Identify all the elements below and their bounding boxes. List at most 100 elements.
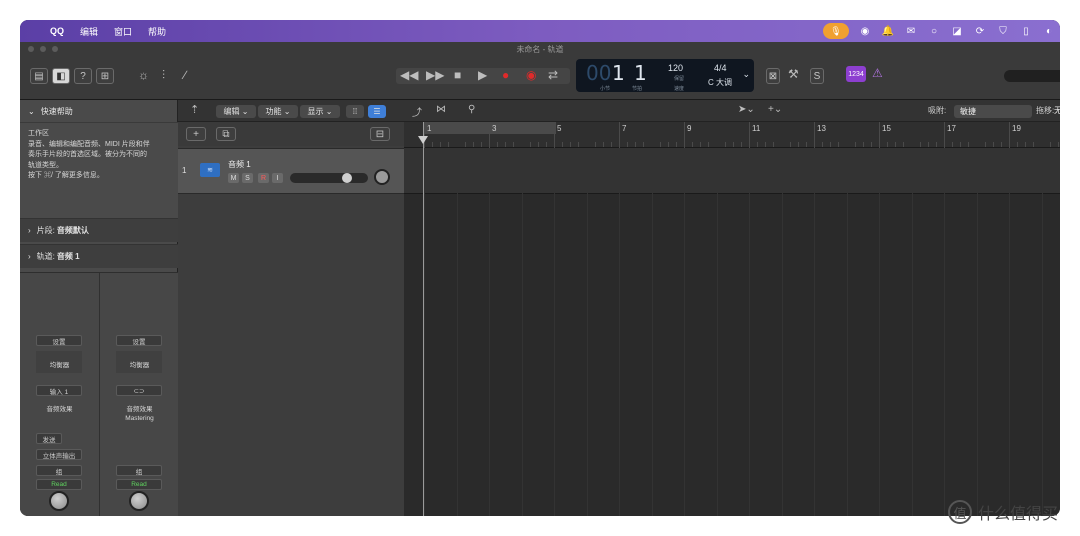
chevron-down-icon[interactable]: ⌄ — [742, 69, 750, 80]
playhead-handle[interactable] — [418, 136, 428, 144]
setting-button[interactable]: 设置 — [116, 335, 162, 346]
smart-controls-icon[interactable]: ☼ — [138, 68, 149, 82]
mixer-icon[interactable]: ⫶ — [162, 68, 165, 83]
beat-tick — [594, 142, 596, 147]
track-header-row[interactable]: 1 ≋ 音频 1 M S R I — [178, 148, 404, 194]
library-button[interactable]: ▤ — [30, 68, 48, 84]
replace-icon[interactable]: ◉ — [526, 68, 536, 82]
track-name[interactable]: 音频 1 — [228, 159, 251, 170]
list-view-icon[interactable]: ☰ — [368, 105, 386, 118]
circle-icon[interactable]: ◉ — [858, 24, 872, 38]
ruler[interactable]: 13579111315171921 — [404, 122, 1060, 148]
rewind-icon[interactable]: ◀◀ — [400, 68, 418, 82]
quick-help-body: 工作区 录音、编辑和编配音频、MIDI 片段和伴 奏乐手片段的首选区域。被分为不… — [20, 122, 178, 218]
wechat-icon[interactable]: ✉ — [904, 24, 918, 38]
flex-icon[interactable]: ⋈ — [436, 104, 446, 115]
fast-forward-icon[interactable]: ▶▶ — [426, 68, 444, 82]
automation-read-button[interactable]: Read — [36, 479, 82, 490]
drag-value[interactable]: 无 — [1054, 105, 1060, 118]
catch-icon[interactable]: ⚲ — [468, 104, 475, 115]
inspector-button[interactable]: ◧ — [52, 68, 70, 84]
sync-icon[interactable]: ⟳ — [973, 24, 987, 38]
grid-view-icon[interactable]: ⁞⁞ — [346, 105, 364, 118]
shield-icon[interactable]: ⛉ — [996, 24, 1010, 38]
fader-handle[interactable] — [342, 173, 352, 183]
qq-icon[interactable]: 🔔 — [881, 24, 895, 38]
output-button[interactable]: 立体声输出 — [36, 449, 82, 460]
beat-tick — [1025, 142, 1027, 147]
beat-tick — [440, 142, 442, 147]
bar-tick — [814, 122, 815, 148]
stop-icon[interactable]: ■ — [454, 68, 461, 82]
volume-knob[interactable] — [129, 491, 149, 511]
solo-button[interactable]: S — [242, 173, 253, 183]
beat-tick — [1000, 142, 1002, 147]
screenshot-icon[interactable]: ◪ — [950, 24, 964, 38]
automation-read-button[interactable]: Read — [116, 479, 162, 490]
setting-button[interactable]: 设置 — [36, 335, 82, 346]
track-inspector-row[interactable]: › 轨道: 音频 1 — [20, 244, 178, 268]
cycle-icon[interactable]: ⇄ — [548, 68, 558, 82]
record-icon[interactable]: ● — [502, 68, 509, 82]
automation-icon[interactable]: ⤴ — [412, 104, 422, 119]
beat-tick — [505, 142, 507, 147]
drag-label: 拖移: — [1036, 106, 1055, 115]
play-icon[interactable]: ▶ — [478, 68, 487, 82]
tuner-icon[interactable]: ⚒ — [788, 67, 799, 81]
quick-help-header[interactable]: ⌄ 快速帮助 — [20, 100, 178, 122]
input-monitor-button[interactable]: I — [272, 173, 283, 183]
function-menu[interactable]: 功能 ⌄ — [258, 105, 298, 118]
microphone-icon[interactable]: 🎙 — [823, 23, 849, 39]
grid-line — [554, 148, 555, 516]
solo-button[interactable]: S — [810, 68, 824, 84]
bar-number: 7 — [622, 124, 627, 133]
lcd-display[interactable]: 00 1 1 小节 节拍 120 保留 速度 4/4 C 大调 ⌄ — [576, 59, 754, 92]
beat-tick — [854, 142, 856, 147]
beat-tick — [740, 142, 742, 147]
bar-tick — [944, 122, 945, 148]
back-icon[interactable]: ⇡ — [190, 103, 199, 116]
track-headers: ⇡ 编辑 ⌄ 功能 ⌄ 显示 ⌄ ⁞⁞ ☰ + ⧉ ⊟ 1 ≋ 音频 1 M S… — [178, 100, 404, 516]
master-volume-slider[interactable] — [1004, 70, 1060, 82]
track-volume-fader[interactable] — [290, 173, 368, 183]
menu-help[interactable]: 帮助 — [148, 25, 166, 38]
replace-mode-button[interactable]: ⊠ — [766, 68, 780, 84]
add-track-button[interactable]: + — [186, 127, 206, 141]
link-button[interactable]: ⊂⊃ — [116, 385, 162, 396]
mute-button[interactable]: M — [228, 173, 239, 183]
mastering-label[interactable]: Mastering — [100, 415, 179, 422]
snap-select[interactable]: 敏捷 — [954, 105, 1032, 118]
region-inspector-row[interactable]: › 片段: 音频默认 — [20, 218, 178, 242]
track-lane[interactable] — [404, 148, 1060, 194]
control-center-icon[interactable]: ◐ — [1042, 24, 1056, 38]
group-button[interactable]: 组 — [116, 465, 162, 476]
record-enable-button[interactable]: R — [258, 173, 269, 183]
group-button[interactable]: 组 — [36, 465, 82, 476]
global-tracks-button[interactable]: ⊟ — [370, 127, 390, 141]
ring-icon[interactable]: ○ — [927, 24, 941, 38]
editors-icon[interactable]: ∕ — [184, 68, 186, 82]
volume-knob[interactable] — [49, 491, 69, 511]
toolbar-button[interactable]: ⊞ — [96, 68, 114, 84]
metronome-icon[interactable]: ⚠ — [872, 66, 883, 80]
count-in-button[interactable]: 1234 — [846, 66, 866, 82]
help-button[interactable]: ? — [74, 68, 92, 84]
edit-menu[interactable]: 编辑 ⌄ — [216, 105, 256, 118]
pan-knob[interactable] — [374, 169, 390, 185]
send-button[interactable]: 发送 — [36, 433, 62, 444]
pointer-tool-icon[interactable]: ➤⌄ — [738, 104, 755, 115]
menu-window[interactable]: 窗口 — [114, 25, 132, 38]
snap-label: 吸附: — [928, 106, 947, 115]
cycle-region[interactable] — [424, 122, 556, 134]
battery-icon[interactable]: ▯ — [1019, 24, 1033, 38]
arrange-area[interactable]: ⤴ ⋈ ⚲ ➤⌄ +⌄ 吸附: 敏捷 拖移: 无 1 3 5 7 9 11 13 15 17 19… — [404, 100, 1060, 516]
grid-line — [521, 148, 523, 516]
view-menu[interactable]: 显示 ⌄ — [300, 105, 340, 118]
menu-app[interactable]: QQ — [50, 26, 64, 36]
duplicate-track-button[interactable]: ⧉ — [216, 127, 236, 141]
grid-line — [911, 148, 913, 516]
secondary-tool-icon[interactable]: +⌄ — [768, 104, 782, 115]
input-button[interactable]: 输入 1 — [36, 385, 82, 396]
menu-edit[interactable]: 编辑 — [80, 25, 98, 38]
logic-window: QQ 编辑 窗口 帮助 🎙 ◉ 🔔 ✉ ○ ◪ ⟳ ⛉ ▯ ◐ 未命名 - 轨道… — [20, 20, 1060, 516]
